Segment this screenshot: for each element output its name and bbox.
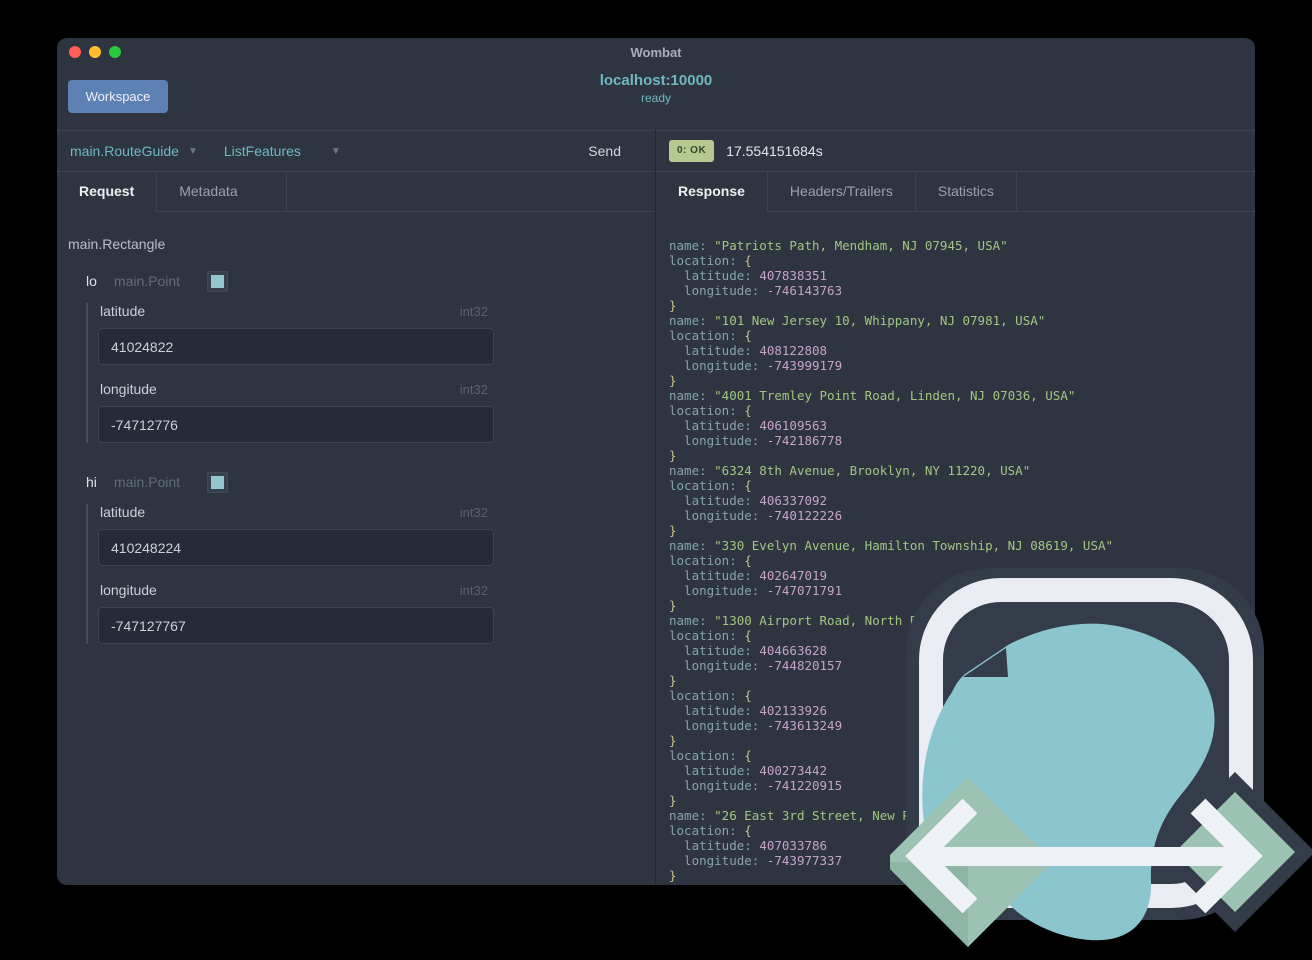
field-name: hi <box>86 474 97 490</box>
response-line: name: "101 New Jersey 10, Whippany, NJ 0… <box>669 313 1046 328</box>
field-label: longitude <box>100 381 157 397</box>
response-line: } <box>669 373 677 388</box>
response-line: longitude: -743613249 <box>669 718 843 733</box>
checkbox-fill <box>211 475 225 489</box>
response-line: latitude: 400273442 <box>669 763 828 778</box>
field-type: main.Point <box>113 474 181 490</box>
response-line: longitude: -744820157 <box>669 658 843 673</box>
window-title: Wombat <box>630 44 682 60</box>
service-name: main.RouteGuide <box>70 143 179 159</box>
response-line: } <box>669 298 677 313</box>
response-line: } <box>669 598 677 613</box>
response-line: longitude: -743999179 <box>669 358 843 373</box>
latitude-input[interactable] <box>98 529 494 566</box>
send-button[interactable]: Send <box>588 143 621 159</box>
server-ready-label: ready <box>640 91 672 105</box>
response-line: latitude: 406337092 <box>669 493 828 508</box>
field-scalar-type: int32 <box>459 583 488 598</box>
app-window: Wombat Workspace localhost:10000 ready m… <box>57 38 1255 885</box>
response-line: name: "26 East 3rd Street, New Pr <box>669 808 918 823</box>
response-line: latitude: 407838351 <box>669 268 828 283</box>
request-toolbar: main.RouteGuide ▼ ListFeatures ▼ Send <box>57 130 655 172</box>
field-label: latitude <box>100 303 146 319</box>
response-line: location: { <box>669 253 752 268</box>
field-scalar-type: int32 <box>459 304 488 319</box>
field-group-lo: lo main.Point latitude int32 41024822 lo… <box>86 270 655 443</box>
header: Workspace localhost:10000 ready <box>57 66 1255 130</box>
response-line: location: { <box>669 478 752 493</box>
response-line: latitude: 406109563 <box>669 418 828 433</box>
field-type: main.Point <box>113 273 181 289</box>
response-line: longitude: -743977337 <box>669 853 843 868</box>
field-longitude: longitude int32 <box>98 381 494 443</box>
field-name: lo <box>86 273 97 289</box>
checkbox-fill <box>211 274 225 288</box>
server-address: localhost:10000 <box>599 72 713 89</box>
tab-response[interactable]: Response <box>656 172 768 212</box>
response-line: } <box>669 523 677 538</box>
field-longitude: longitude int32 <box>98 582 494 644</box>
response-line: name: "Patriots Path, Mendham, NJ 07945,… <box>669 238 1008 253</box>
request-form: main.Rectangle lo main.Point latitude in… <box>57 212 655 885</box>
server-status: localhost:10000 ready <box>57 72 1255 105</box>
tab-headers-trailers[interactable]: Headers/Trailers <box>768 172 916 211</box>
response-line: location: { <box>669 688 752 703</box>
response-line: } <box>669 673 677 688</box>
request-tabs: Request Metadata <box>57 172 655 212</box>
longitude-input[interactable] <box>98 406 494 443</box>
field-label: longitude <box>100 582 157 598</box>
longitude-input[interactable] <box>98 607 494 644</box>
field-group-hi: hi main.Point latitude int32 410248224 l… <box>86 471 655 644</box>
response-line: longitude: -747071791 <box>669 583 843 598</box>
response-line: latitude: 407033786 <box>669 838 828 853</box>
field-label: latitude <box>100 504 146 520</box>
response-line: name: "4001 Tremley Point Road, Linden, … <box>669 388 1076 403</box>
method-name: ListFeatures <box>223 143 301 159</box>
field-latitude: latitude int32 <box>98 504 494 566</box>
response-output[interactable]: name: "Patriots Path, Mendham, NJ 07945,… <box>656 212 1255 885</box>
response-line: latitude: 404663628 <box>669 643 828 658</box>
response-tabs: Response Headers/Trailers Statistics <box>656 172 1255 212</box>
title-bar: Wombat <box>57 38 1255 66</box>
chevron-down-icon: ▼ <box>187 145 198 157</box>
response-line: name: "1300 Airport Road, North Br <box>669 613 925 628</box>
response-toolbar: 0: OK 17.554151684s <box>656 130 1255 172</box>
status-badge: 0: OK <box>669 140 715 162</box>
tab-statistics[interactable]: Statistics <box>916 172 1017 211</box>
checkbox[interactable] <box>207 471 229 493</box>
field-latitude: latitude int32 <box>98 303 494 365</box>
response-line: latitude: 408122808 <box>669 343 828 358</box>
tab-request[interactable]: Request <box>57 172 158 212</box>
chevron-down-icon: ▼ <box>330 145 341 157</box>
response-line: } <box>669 793 677 808</box>
response-line: } <box>669 868 677 883</box>
method-select[interactable]: ListFeatures ▼ <box>224 143 341 159</box>
message-type-label: main.Rectangle <box>68 236 166 252</box>
response-line: location: { <box>669 328 752 343</box>
response-line: name: "6324 8th Avenue, Brooklyn, NY 112… <box>669 463 1031 478</box>
response-line: longitude: -740122226 <box>669 508 843 523</box>
field-scalar-type: int32 <box>459 505 488 520</box>
response-line: location: { <box>669 628 752 643</box>
request-panel: main.RouteGuide ▼ ListFeatures ▼ Send Re… <box>57 130 655 885</box>
response-line: name: "330 Evelyn Avenue, Hamilton Towns… <box>669 538 1114 553</box>
response-line: longitude: -741220915 <box>669 778 843 793</box>
response-line: } <box>669 733 677 748</box>
response-line: location: { <box>669 553 752 568</box>
latitude-input[interactable] <box>98 328 494 365</box>
call-duration: 17.554151684s <box>726 143 823 159</box>
response-panel: 0: OK 17.554151684s Response Headers/Tra… <box>655 130 1255 885</box>
response-line: } <box>669 448 677 463</box>
checkbox[interactable] <box>207 270 229 292</box>
response-line: location: { <box>669 403 752 418</box>
response-line: longitude: -746143763 <box>669 283 843 298</box>
response-line: location: { <box>669 748 752 763</box>
field-scalar-type: int32 <box>459 382 488 397</box>
service-select[interactable]: main.RouteGuide ▼ <box>70 143 198 159</box>
response-line: latitude: 402133926 <box>669 703 828 718</box>
response-line: longitude: -742186778 <box>669 433 843 448</box>
response-line: location: { <box>669 823 752 838</box>
tab-metadata[interactable]: Metadata <box>157 172 287 211</box>
response-line: latitude: 402647019 <box>669 568 828 583</box>
